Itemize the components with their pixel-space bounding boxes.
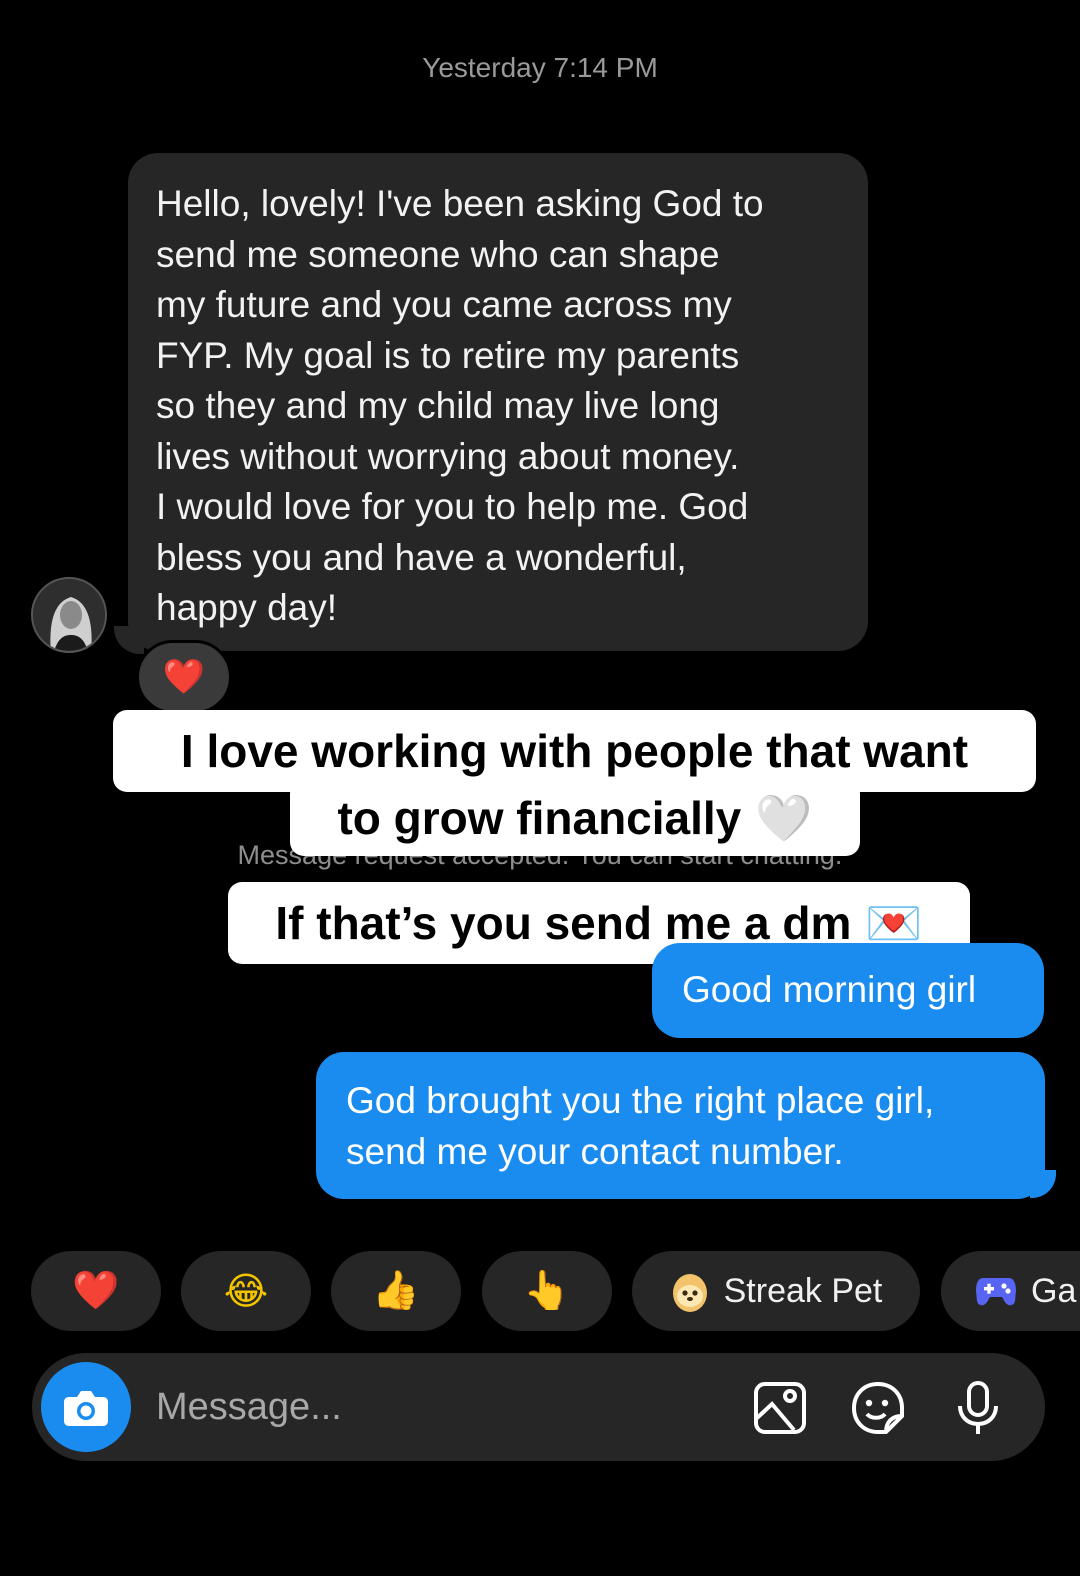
message-line: send me your contact number.: [346, 1130, 844, 1172]
quick-reaction-point[interactable]: 👆: [482, 1251, 612, 1331]
message-line: I would love for you to help me. God: [156, 486, 749, 527]
caption-text: If that’s you send me a dm: [275, 897, 852, 949]
games-label: Ga: [1031, 1271, 1077, 1310]
sticker-icon[interactable]: [850, 1380, 906, 1436]
message-line: Hello, lovely! I've been asking God to: [156, 183, 764, 224]
thumbs-up-emoji: 👍: [372, 1270, 420, 1312]
caption-line-2: to grow financially 🤍: [290, 780, 860, 856]
outgoing-message-bubble[interactable]: Good morning girl: [652, 943, 1044, 1038]
message-composer: [32, 1353, 1045, 1461]
games-button[interactable]: Ga: [941, 1251, 1080, 1331]
message-line: FYP. My goal is to retire my parents: [156, 334, 740, 376]
camera-icon: [64, 1391, 108, 1426]
message-line: send me someone who can shape: [156, 233, 720, 275]
camera-button[interactable]: [41, 1362, 131, 1452]
message-line: lives without worrying about money.: [156, 435, 740, 477]
caption-text: I love working with people that want: [180, 725, 969, 777]
quick-reaction-laugh[interactable]: 😂: [181, 1251, 311, 1331]
reaction-heart[interactable]: ❤️: [136, 640, 232, 714]
gallery-icon[interactable]: [752, 1380, 808, 1436]
gamepad-icon: [976, 1278, 1016, 1306]
pointing-hand-emoji: 👆: [523, 1270, 571, 1312]
laughing-emoji: 😂: [223, 1270, 269, 1313]
message-line: bless you and have a wonderful,: [156, 536, 687, 578]
quick-reaction-row: ❤️ 😂 👍 👆 Streak Pet Ga: [0, 1251, 1080, 1331]
outgoing-message-bubble[interactable]: God brought you the right place girl, se…: [316, 1052, 1045, 1199]
egg-pet-icon: [672, 1274, 707, 1312]
avatar[interactable]: [31, 577, 107, 653]
white-heart-emoji: 🤍: [755, 791, 813, 844]
bubble-tail: [114, 626, 144, 654]
microphone-icon[interactable]: [950, 1380, 1006, 1436]
message-line: my future and you came across my: [156, 284, 732, 325]
message-line: Good morning girl: [682, 969, 977, 1010]
quick-reaction-heart[interactable]: ❤️: [31, 1251, 161, 1331]
quick-reaction-thumbs-up[interactable]: 👍: [331, 1251, 461, 1331]
streak-pet-button[interactable]: Streak Pet: [632, 1251, 920, 1331]
incoming-message-bubble[interactable]: Hello, lovely! I've been asking God to s…: [128, 153, 868, 651]
message-line: happy day!: [156, 587, 338, 628]
message-line: so they and my child may live long: [156, 385, 720, 426]
heart-emoji: ❤️: [72, 1270, 120, 1312]
heart-emoji: ❤️: [162, 658, 206, 696]
profile-photo: [33, 579, 105, 651]
caption-text: to grow financially: [337, 792, 742, 844]
message-line: God brought you the right place girl,: [346, 1080, 935, 1121]
message-input[interactable]: [154, 1381, 718, 1433]
bubble-tail: [1030, 1170, 1056, 1198]
streak-pet-label: Streak Pet: [723, 1271, 883, 1310]
timestamp: Yesterday 7:14 PM: [422, 52, 658, 83]
